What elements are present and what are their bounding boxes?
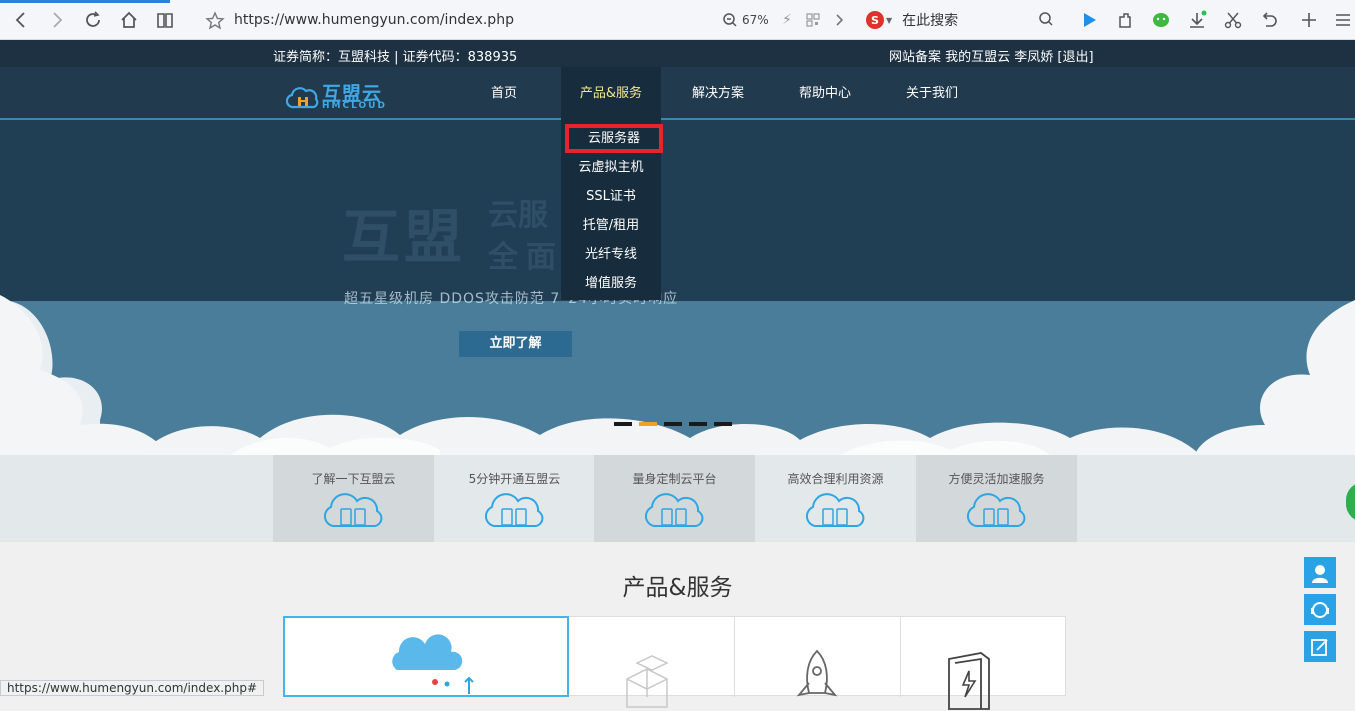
site-topbar: 证券简称：互盟科技 | 证券代码：838935 网站备案 我的互盟云 李凤娇 [… [0,40,1355,67]
undo-icon[interactable] [1258,9,1280,31]
server-cubes-icon [626,655,669,708]
rocket-icon [796,649,838,697]
qr-code-icon[interactable] [802,9,824,31]
feature-item[interactable]: 了解一下互盟云 [273,455,434,542]
site-logo[interactable]: 互盟云 HMCLOUD [286,81,406,113]
zoom-indicator[interactable]: 67% [722,12,769,28]
dropdown-item-hosting[interactable]: 托管/租用 [561,211,661,240]
product-card-rocket[interactable] [735,617,901,697]
cloud-devices-icon [644,493,703,527]
lightning-door-icon [948,652,990,710]
zoom-icon [723,13,737,27]
page-load-progress [0,0,170,3]
products-section-title: 产品&服务 [622,575,733,601]
feature-item[interactable]: 方便灵活加速服务 [916,455,1077,542]
account-links[interactable]: 网站备案 我的互盟云 李凤娇 [退出] [889,46,1094,65]
cloud-devices-icon [323,493,382,527]
zoom-level: 67% [742,13,769,27]
extension-icon[interactable] [1114,9,1136,31]
browser-toolbar: https://www.humengyun.com/index.php 67% … [0,0,1355,40]
chevron-down-icon[interactable]: ▼ [886,16,892,25]
hero-banner: 互盟 云服 全面 案 超五星级机房 DDOS攻击防范 7*24小时实时响应 立即… [0,120,1355,455]
cloud-logo-icon [286,87,319,109]
cloud-decoration [0,295,1355,455]
product-card-ssl[interactable] [901,617,1066,710]
feature-item[interactable]: 5分钟开通互盟云 [434,455,595,542]
feature-strip: 了解一下互盟云 5分钟开通互盟云 量身定制云平台 高效合理利用资源 方便灵活加速… [0,455,1355,542]
feature-label: 方便灵活加速服务 [948,472,1045,486]
feature-label: 5分钟开通互盟云 [468,472,561,486]
logo-text-en: HMCLOUD [322,101,387,111]
feature-label: 高效合理利用资源 [787,472,884,486]
video-play-icon[interactable] [1078,9,1100,31]
cloud-devices-icon [805,493,864,527]
customer-service-icon[interactable] [1304,557,1336,588]
chevron-right-icon[interactable] [828,9,850,31]
search-placeholder: 在此搜索 [902,13,959,29]
download-icon[interactable] [1186,9,1208,31]
feature-label: 量身定制云平台 [632,472,717,486]
carousel-dot[interactable] [614,422,632,426]
back-icon[interactable] [10,9,32,31]
product-card-cloud[interactable] [283,616,569,697]
dropdown-item-cloud-server[interactable]: 云服务器 [565,124,663,153]
feedback-edit-icon[interactable] [1304,631,1336,662]
search-icon[interactable] [1038,11,1054,31]
product-cards [283,616,1066,710]
dropdown-item-ssl[interactable]: SSL证书 [561,182,661,211]
reload-icon[interactable] [82,9,104,31]
carousel-indicators [614,422,732,426]
reader-icon[interactable] [154,9,176,31]
learn-more-button[interactable]: 立即了解 [459,331,572,357]
nav-home[interactable]: 首页 [468,67,540,120]
feature-label: 了解一下互盟云 [311,472,396,486]
carousel-dot[interactable] [689,422,707,426]
lightning-icon[interactable]: ⚡ [776,9,798,31]
cloud-upload-icon [392,634,474,694]
home-icon[interactable] [118,9,140,31]
products-dropdown: 云服务器 云虚拟主机 SSL证书 托管/租用 光纤专线 增值服务 [561,120,663,300]
browser-search[interactable]: S ▼ 在此搜索 [866,8,1058,32]
menu-icon[interactable] [1332,9,1354,31]
carousel-dot[interactable] [664,422,682,426]
search-engine-icon[interactable]: S [866,11,884,29]
nav-about[interactable]: 关于我们 [896,67,968,120]
carousel-dot[interactable] [714,422,732,426]
feature-item[interactable]: 量身定制云平台 [594,455,755,542]
stock-info: 证券简称：互盟科技 | 证券代码：838935 [273,50,518,65]
forward-icon[interactable] [46,9,68,31]
nav-solutions[interactable]: 解决方案 [682,67,754,120]
main-nav: 互盟云 HMCLOUD 首页 产品&服务 解决方案 帮助中心 关于我们 [0,67,1355,120]
nav-help[interactable]: 帮助中心 [789,67,861,120]
cloud-devices-icon [484,493,543,527]
dropdown-item-value-added[interactable]: 增值服务 [561,269,661,298]
wechat-icon[interactable] [1150,9,1172,31]
address-bar[interactable]: https://www.humengyun.com/index.php [234,12,514,28]
scissors-icon[interactable] [1222,9,1244,31]
status-bar: https://www.humengyun.com/index.php# [0,680,265,696]
nav-products[interactable]: 产品&服务 [561,67,661,120]
product-card-servers[interactable] [569,617,735,708]
cloud-devices-icon [966,493,1025,527]
bookmark-star-icon[interactable] [204,10,226,32]
new-tab-plus-icon[interactable] [1298,9,1320,31]
carousel-dot-active[interactable] [639,422,657,426]
dropdown-item-fiber[interactable]: 光纤专线 [561,240,661,269]
dropdown-item-virtual-host[interactable]: 云虚拟主机 [561,153,661,182]
support-headset-icon[interactable] [1304,594,1336,625]
feature-item[interactable]: 高效合理利用资源 [755,455,916,542]
